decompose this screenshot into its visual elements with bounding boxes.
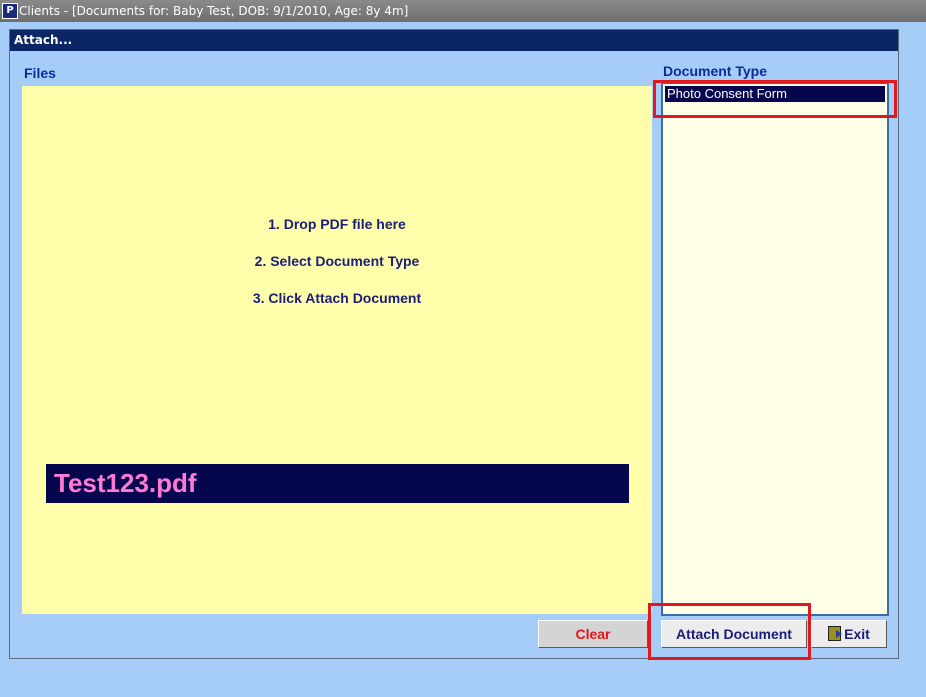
access-form-icon: P [2,3,18,19]
exit-door-icon [828,626,843,641]
attach-document-button[interactable]: Attach Document [661,620,807,648]
document-type-label: Document Type [663,63,767,79]
window-title: Clients - [Documents for: Baby Test, DOB… [19,4,409,18]
clear-button[interactable]: Clear [538,620,648,648]
pdf-drop-zone[interactable]: 1. Drop PDF file here 2. Select Document… [22,86,652,614]
files-label: Files [24,65,56,81]
instruction-drop-pdf: 1. Drop PDF file here [268,216,406,232]
exit-button[interactable]: Exit [811,620,887,648]
window-title-bar[interactable]: P Clients - [Documents for: Baby Test, D… [0,0,926,22]
exit-button-label: Exit [844,626,870,642]
dropped-file-name: Test123.pdf [46,464,629,503]
list-item-photo-consent-form[interactable]: Photo Consent Form [665,86,885,102]
attach-form: Attach... Files Document Type 1. Drop PD… [9,29,899,659]
instruction-click-attach: 3. Click Attach Document [252,290,422,306]
form-header: Attach... [10,30,898,51]
instruction-select-type: 2. Select Document Type [254,253,420,269]
document-type-listbox[interactable]: Photo Consent Form [661,82,889,616]
file-name-text: Test123.pdf [54,468,197,498]
